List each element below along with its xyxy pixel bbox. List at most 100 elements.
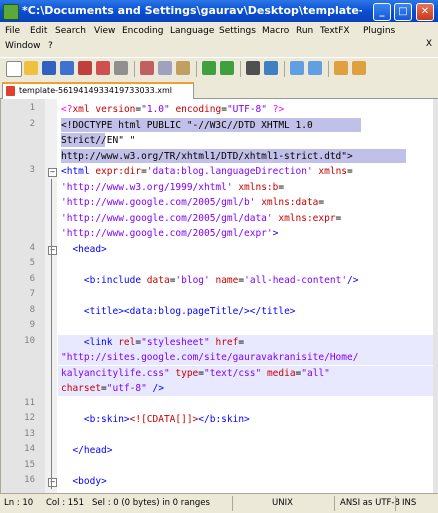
line-number: 3 — [29, 165, 35, 175]
code-token: > — [272, 228, 279, 239]
redo-icon[interactable] — [220, 61, 234, 75]
code-token: = — [318, 197, 325, 208]
menu-encoding[interactable]: Encoding — [122, 25, 163, 37]
menu-macro[interactable]: Macro — [262, 25, 289, 37]
code-token: = — [278, 181, 285, 193]
menu-textfx[interactable]: TextFX — [320, 25, 350, 37]
save-all-icon[interactable] — [60, 61, 74, 75]
code-token: 'http://www.google.com/2005/gml/b' — [61, 197, 262, 208]
document-close-icon[interactable]: X — [426, 39, 432, 49]
zoom-out-icon[interactable] — [308, 61, 322, 75]
new-file-icon[interactable] — [6, 61, 22, 77]
sync-vertical-icon[interactable] — [334, 61, 348, 75]
close-all-icon[interactable] — [96, 61, 110, 75]
vertical-scrollbar[interactable] — [433, 99, 438, 493]
code-token: "UTF-8" — [226, 104, 273, 115]
code-line: <title><data:blog.pageTitle/></title> — [61, 305, 296, 318]
code-line: charset="utf-8" /> — [61, 382, 164, 395]
line-number: 1 — [29, 103, 35, 113]
fold-toggle-icon[interactable]: − — [48, 478, 57, 487]
status-separator — [395, 496, 396, 511]
code-line: Strict//EN" " — [61, 134, 135, 147]
code-token: kalyancitylife.css" — [61, 367, 176, 379]
menu-search[interactable]: Search — [55, 25, 86, 37]
code-token: </b:skin> — [198, 414, 250, 425]
line-number: 15 — [24, 459, 35, 470]
tab-bar: template-5619414933419733033.xml — [0, 80, 438, 99]
menu-language[interactable]: Language — [170, 25, 214, 37]
code-token: <title> — [61, 305, 124, 317]
code-token: rel — [118, 336, 136, 348]
code-token: "stylesheet" — [141, 336, 216, 348]
menu-run[interactable]: Run — [296, 25, 313, 37]
code-line: 'http://www.google.com/2005/gml/b' xmlns… — [61, 196, 324, 209]
menu-bar: File Edit Search View Encoding Language … — [0, 22, 438, 56]
code-token: "utf-8" — [106, 383, 153, 394]
line-number: 5 — [29, 258, 35, 268]
close-file-icon[interactable] — [78, 61, 92, 75]
line-number: 10 — [24, 335, 35, 346]
code-token: <head> — [61, 243, 107, 255]
code-line: "http://sites.google.com/site/gauravakra… — [61, 351, 358, 364]
sync-horizontal-icon[interactable] — [352, 61, 366, 75]
toolbar-separator — [284, 61, 285, 77]
code-token: "1.0" — [141, 104, 176, 115]
status-separator — [232, 496, 233, 511]
find-icon[interactable] — [246, 61, 260, 75]
line-number: 11 — [24, 397, 35, 408]
maximize-button[interactable]: □ — [394, 3, 412, 21]
code-token: ?> — [272, 104, 285, 115]
menu-help[interactable]: ? — [48, 40, 53, 52]
fold-toggle-icon[interactable]: − — [48, 168, 57, 177]
close-button[interactable]: ✕ — [416, 3, 434, 21]
zoom-in-icon[interactable] — [290, 61, 304, 75]
code-token: 'http://www.google.com/2005/gml/data' — [61, 212, 279, 224]
code-token: expr:dir — [95, 166, 142, 177]
status-line: Ln : 10 — [4, 498, 34, 508]
line-number: 6 — [29, 273, 35, 284]
code-token: "all" — [301, 367, 330, 379]
code-token: name — [215, 274, 239, 286]
code-token: <!DOCTYPE html PUBLIC "-//W3C//DTD XHTML… — [61, 119, 313, 131]
line-number: 7 — [29, 289, 35, 299]
menu-edit[interactable]: Edit — [30, 25, 47, 37]
undo-icon[interactable] — [202, 61, 216, 75]
menu-plugins[interactable]: Plugins — [363, 25, 395, 37]
menu-file[interactable]: File — [5, 25, 20, 37]
code-token: = — [347, 166, 353, 177]
code-line: http://www.w3.org/TR/xhtml1/DTD/xhtml1-s… — [61, 150, 353, 163]
code-token: Strict//EN" " — [61, 135, 136, 146]
paste-icon[interactable] — [176, 61, 190, 75]
tab-label: template-5619414933419733033.xml — [19, 86, 172, 95]
code-line: <link rel="stylesheet" href= — [61, 336, 244, 349]
menu-settings[interactable]: Settings — [219, 25, 256, 37]
line-number: 9 — [29, 320, 35, 330]
replace-icon[interactable] — [264, 61, 278, 75]
code-token: data — [146, 274, 170, 286]
fold-toggle-icon[interactable]: − — [48, 245, 57, 255]
minimize-button[interactable]: _ — [373, 3, 391, 21]
code-line: <html expr:dir = 'data:blog.languageDirect… — [61, 165, 353, 178]
menu-view[interactable]: View — [94, 25, 115, 37]
tab-template-xml[interactable]: template-5619414933419733033.xml — [2, 82, 194, 99]
code-token: <html — [61, 166, 96, 177]
toolbar-separator — [196, 61, 197, 77]
code-token: xml — [72, 104, 96, 115]
code-token: encoding — [175, 104, 222, 115]
code-token: <b:include — [61, 274, 147, 286]
status-separator — [334, 496, 335, 511]
code-editor[interactable]: 1 <?xml version="1.0" encoding="UTF-8" ?>… — [0, 99, 434, 493]
menu-window[interactable]: Window — [5, 40, 41, 52]
copy-icon[interactable] — [158, 61, 172, 75]
cut-icon[interactable] — [140, 61, 154, 75]
code-token: <![CDATA[]]> — [129, 414, 199, 425]
code-token: xmlns:expr — [278, 212, 336, 224]
line-number: 2 — [29, 118, 35, 129]
title-bar: *C:\Documents and Settings\gaurav\Deskto… — [0, 0, 438, 22]
open-file-icon[interactable] — [24, 61, 38, 75]
code-token: xmlns:b — [238, 181, 279, 193]
code-token: = — [335, 212, 342, 224]
toolbar-separator — [134, 61, 135, 77]
save-icon[interactable] — [42, 61, 56, 75]
print-icon[interactable] — [114, 61, 128, 75]
